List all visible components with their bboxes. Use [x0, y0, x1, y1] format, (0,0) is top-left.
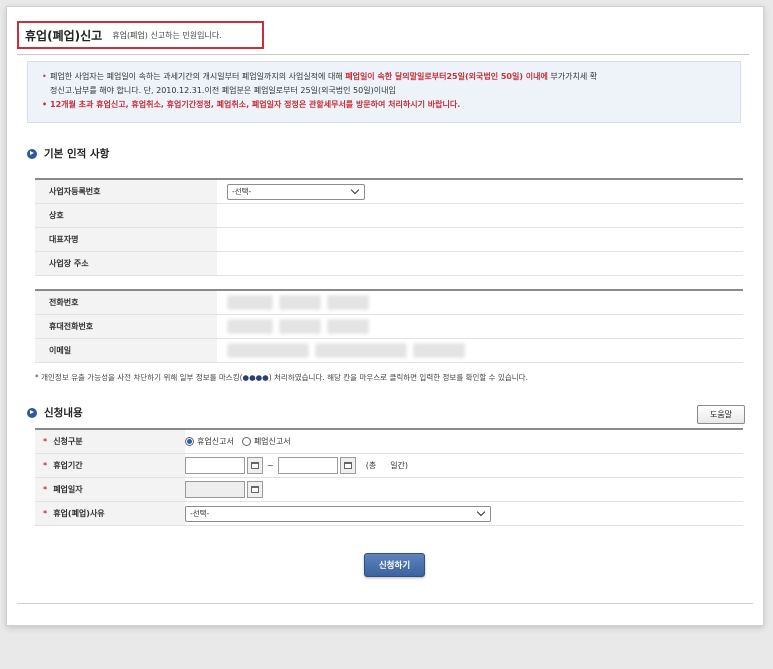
brn-select[interactable]: -선택- — [227, 183, 365, 200]
chevron-down-icon — [350, 185, 360, 195]
phone-field-3[interactable] — [327, 295, 369, 310]
company-name-label: 상호 — [35, 204, 217, 227]
mobile-field-1[interactable] — [227, 319, 273, 334]
notice-item-1: 폐업한 사업자는 폐업일이 속하는 과세기간의 개시일부터 폐업일까지의 사업실… — [42, 70, 730, 98]
required-mark: * — [43, 437, 48, 446]
chevron-down-icon — [476, 507, 486, 517]
basic-info-table: 사업자등록번호 -선택- 상호 대표자명 사업장 주소 — [35, 178, 743, 276]
application-heading: 신청내용 — [27, 405, 83, 420]
email-id-field[interactable] — [227, 343, 309, 358]
section-bullet-icon — [27, 407, 37, 418]
notice-box: 폐업한 사업자는 폐업일이 속하는 과세기간의 개시일부터 폐업일까지의 사업실… — [27, 61, 741, 123]
required-mark: * — [43, 509, 48, 518]
help-button[interactable]: 도움말 — [697, 405, 745, 424]
company-name-value — [217, 204, 743, 227]
table-row: 사업자등록번호 -선택- — [35, 180, 743, 204]
table-row: * 신청구분 휴업신고서 폐업신고서 — [35, 430, 743, 454]
table-row: 이메일 — [35, 339, 743, 363]
privacy-note: * 개인정보 유출 가능성을 사전 차단하기 위해 일부 정보를 마스킹(●●●… — [35, 373, 528, 382]
period-end-calendar-button[interactable] — [339, 457, 356, 474]
phone-field-1[interactable] — [227, 295, 273, 310]
table-row: 전화번호 — [35, 291, 743, 315]
submit-button[interactable]: 신청하기 — [364, 553, 425, 577]
period-separator: ~ — [267, 461, 274, 470]
address-label: 사업장 주소 — [35, 252, 217, 275]
calendar-icon — [251, 486, 259, 493]
calendar-icon — [251, 462, 259, 469]
section-bullet-icon — [27, 148, 37, 159]
reason-select[interactable]: -선택- — [185, 505, 491, 522]
mask-dots: ●●●● — [242, 373, 269, 382]
period-start-calendar-button[interactable] — [247, 457, 263, 474]
table-row: * 휴업기간 ~ (총 일간) — [35, 454, 743, 478]
email-domain-field[interactable] — [315, 343, 407, 358]
page-title-box: 휴업(폐업)신고 휴업(폐업) 신고하는 민원입니다. — [17, 21, 264, 49]
table-row: * 휴업(폐업)사유 -선택- — [35, 502, 743, 526]
phone-label: 전화번호 — [35, 291, 217, 314]
period-total-suffix: 일간) — [390, 461, 409, 470]
period-label: 휴업기간 — [53, 461, 83, 470]
radio-checked-icon[interactable] — [185, 437, 194, 446]
main-frame: 휴업(폐업)신고 휴업(폐업) 신고하는 민원입니다. 폐업한 사업자는 폐업일… — [6, 6, 764, 626]
table-row: 휴대전화번호 — [35, 315, 743, 339]
mobile-label: 휴대전화번호 — [35, 315, 217, 338]
notice-item-2: 12개월 초과 휴업신고, 휴업취소, 휴업기간정정, 폐업취소, 폐업일자 정… — [42, 98, 730, 112]
radio-close[interactable]: 폐업신고서 — [241, 436, 291, 447]
representative-value — [217, 228, 743, 251]
notice-highlight: 폐업일이 속한 달의말일로부터25일(외국법인 50일) 이내에 — [345, 72, 548, 81]
reason-label: 휴업(폐업)사유 — [53, 509, 105, 518]
page-subtitle: 휴업(폐업) 신고하는 민원입니다. — [112, 30, 222, 40]
basic-info-heading: 기본 인적 사항 — [27, 146, 109, 161]
close-date-calendar-button[interactable] — [247, 481, 263, 498]
title-divider — [17, 54, 749, 55]
required-mark: * — [43, 461, 48, 470]
period-start-input[interactable] — [185, 457, 245, 474]
close-date-label: 폐업일자 — [53, 485, 83, 494]
mobile-field-2[interactable] — [279, 319, 321, 334]
application-form: * 신청구분 휴업신고서 폐업신고서 * 휴업기간 ~ (총 일간) * 폐업일… — [35, 428, 743, 526]
bottom-divider — [17, 603, 753, 604]
table-row: * 폐업일자 — [35, 478, 743, 502]
page-title: 휴업(폐업)신고 — [25, 28, 103, 43]
email-label: 이메일 — [35, 339, 217, 362]
representative-label: 대표자명 — [35, 228, 217, 251]
mobile-field-3[interactable] — [327, 319, 369, 334]
calendar-icon — [343, 462, 352, 469]
table-row: 상호 — [35, 204, 743, 228]
brn-label: 사업자등록번호 — [35, 180, 217, 203]
period-total-prefix: (총 — [365, 461, 377, 470]
required-mark: * — [43, 485, 48, 494]
contact-table: 전화번호 휴대전화번호 이메일 — [35, 289, 743, 363]
radio-unchecked-icon[interactable] — [241, 437, 251, 446]
period-end-input[interactable] — [277, 457, 338, 474]
address-value — [217, 252, 743, 275]
table-row: 사업장 주소 — [35, 252, 743, 276]
type-label: 신청구분 — [53, 437, 83, 446]
phone-field-2[interactable] — [279, 295, 321, 310]
radio-suspend[interactable]: 휴업신고서 — [185, 436, 234, 447]
table-row: 대표자명 — [35, 228, 743, 252]
email-domain-select[interactable] — [413, 343, 465, 358]
close-date-input[interactable] — [185, 481, 245, 498]
